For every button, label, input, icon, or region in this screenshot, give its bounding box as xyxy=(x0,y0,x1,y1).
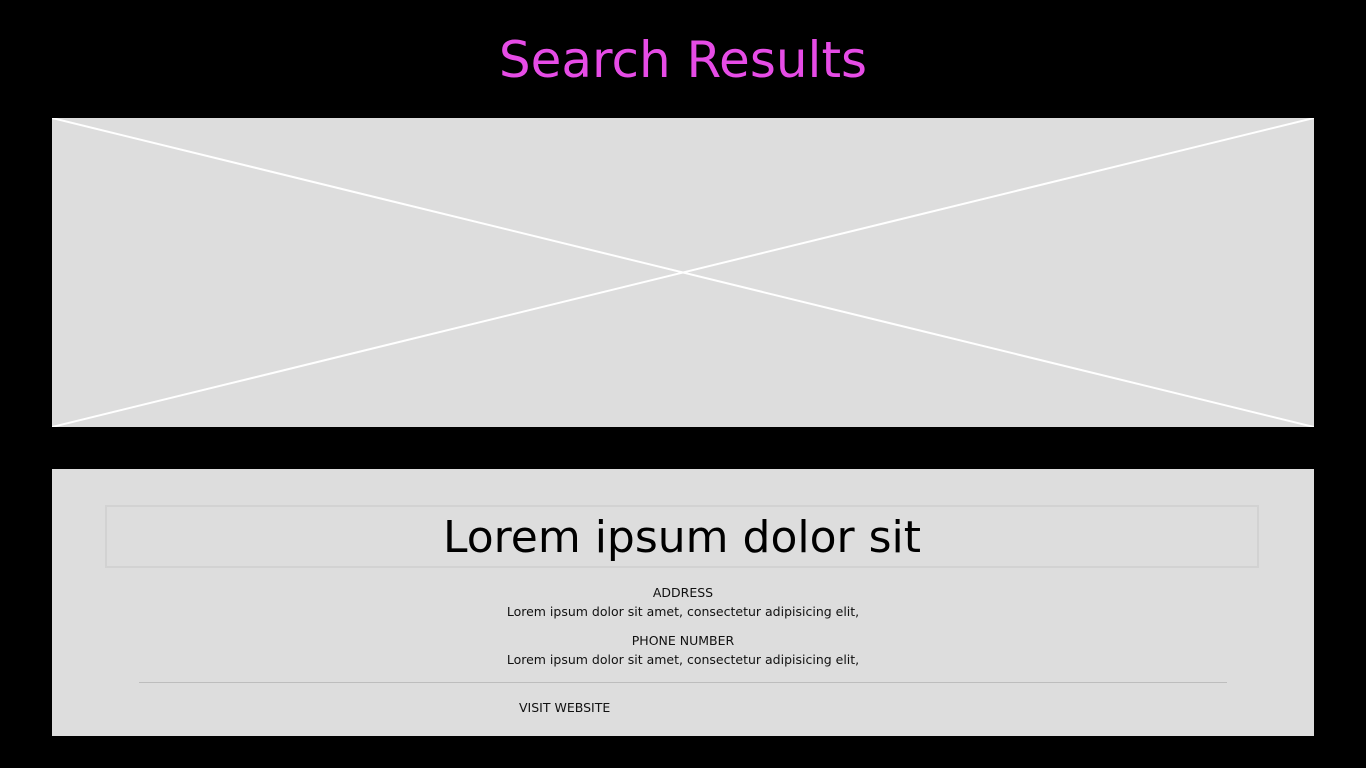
divider xyxy=(139,682,1227,683)
search-result-card: Lorem ipsum dolor sit ADDRESS Lorem ipsu… xyxy=(52,469,1314,736)
result-title: Lorem ipsum dolor sit xyxy=(443,512,921,563)
visit-website-link[interactable]: VISIT WEBSITE xyxy=(519,700,610,716)
address-value: Lorem ipsum dolor sit amet, consectetur … xyxy=(506,604,860,619)
hero-image-placeholder xyxy=(52,118,1314,427)
address-label: ADDRESS xyxy=(652,585,714,600)
image-placeholder-icon xyxy=(52,118,1314,427)
phone-number-value: Lorem ipsum dolor sit amet, consectetur … xyxy=(506,652,860,667)
phone-number-label: PHONE NUMBER xyxy=(631,633,735,648)
page-title: Search Results xyxy=(498,31,868,89)
result-title-box: Lorem ipsum dolor sit xyxy=(105,505,1259,568)
page: Search Results Lorem ipsum dolor sit ADD… xyxy=(0,0,1366,768)
